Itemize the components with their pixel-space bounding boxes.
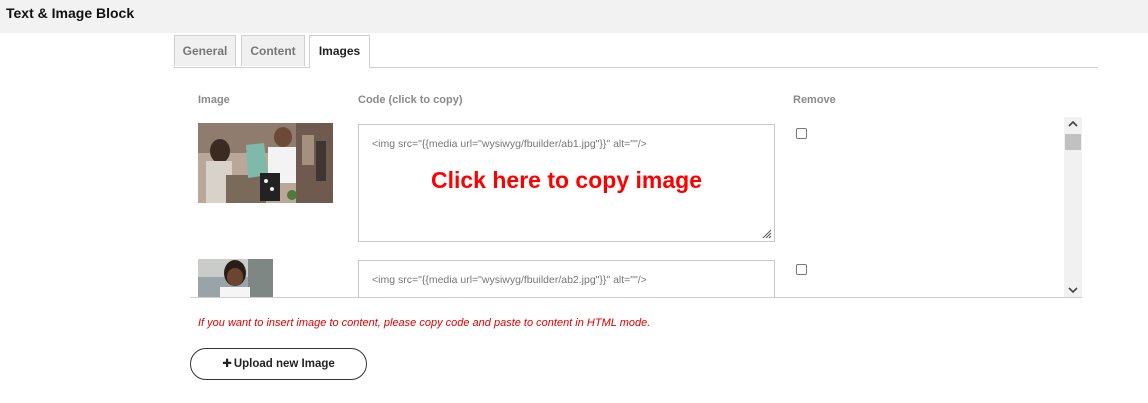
tab-images[interactable]: Images xyxy=(309,35,370,68)
tab-general[interactable]: General xyxy=(174,35,236,66)
block-title: Text & Image Block xyxy=(6,5,135,21)
resize-grip-icon[interactable] xyxy=(761,228,772,239)
tab-content[interactable]: Content xyxy=(241,35,305,66)
scroll-up-icon[interactable] xyxy=(1064,117,1082,131)
image-list[interactable]: <img src="{{media url="wysiwyg/fbuilder/… xyxy=(190,117,1082,298)
copy-image-button[interactable]: Click here to copy image xyxy=(359,167,774,194)
column-header-remove: Remove xyxy=(793,94,836,106)
remove-checkbox[interactable] xyxy=(796,128,807,139)
code-textarea[interactable]: <img src="{{media url="wysiwyg/fbuilder/… xyxy=(358,260,775,297)
upload-button-label: Upload new Image xyxy=(233,358,335,370)
image-thumbnail xyxy=(198,259,273,297)
instruction-hint: If you want to insert image to content, … xyxy=(198,317,651,329)
plus-icon: ✚ xyxy=(222,358,232,370)
column-header-code: Code (click to copy) xyxy=(358,94,463,106)
code-textarea[interactable]: <img src="{{media url="wysiwyg/fbuilder/… xyxy=(358,124,775,242)
image-row: <img src="{{media url="wysiwyg/fbuilder/… xyxy=(190,117,1060,252)
tab-bar: General Content Images xyxy=(174,35,1098,68)
top-bar: Text & Image Block xyxy=(0,0,1148,33)
upload-image-button[interactable]: ✚ Upload new Image xyxy=(190,348,367,380)
column-header-image: Image xyxy=(198,94,230,106)
remove-checkbox[interactable] xyxy=(796,264,807,275)
scrollbar-thumb[interactable] xyxy=(1065,134,1081,150)
image-row: <img src="{{media url="wysiwyg/fbuilder/… xyxy=(190,253,1060,297)
scroll-down-icon[interactable] xyxy=(1064,283,1082,297)
list-scrollbar[interactable] xyxy=(1064,117,1082,297)
image-code: <img src="{{media url="wysiwyg/fbuilder/… xyxy=(372,274,647,286)
image-code: <img src="{{media url="wysiwyg/fbuilder/… xyxy=(372,138,647,150)
image-thumbnail xyxy=(198,123,333,203)
